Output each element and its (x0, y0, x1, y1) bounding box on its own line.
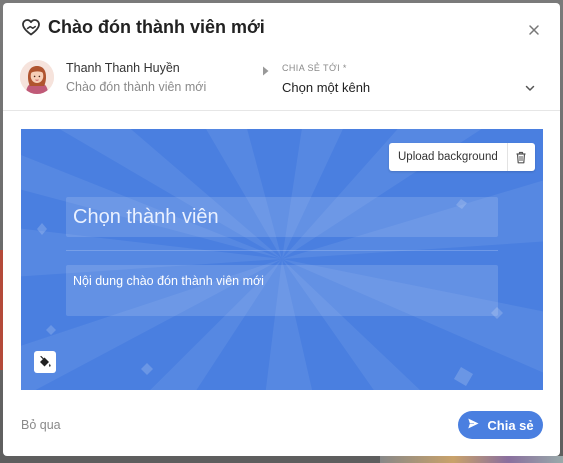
share-to-label: CHIA SẺ TỚI * (282, 63, 347, 73)
dialog-title: Chào đón thành viên mới (48, 17, 265, 37)
welcome-card: Upload background Chọn thành viên Nội du… (21, 129, 543, 390)
skip-link[interactable]: Bỏ qua (21, 418, 61, 433)
close-icon[interactable] (523, 19, 545, 41)
chevron-down-icon (524, 81, 536, 93)
caret-right-icon (262, 63, 270, 76)
welcome-dialog: Chào đón thành viên mới Thanh Thanh Huyề… (3, 3, 560, 456)
sender-name: Thanh Thanh Huyền (66, 61, 180, 75)
sender-subtitle: Chào đón thành viên mới (66, 80, 207, 94)
share-button[interactable]: Chia sẻ (458, 411, 543, 439)
channel-select[interactable]: Chọn một kênh (282, 76, 537, 98)
heart-hand-icon (20, 16, 42, 38)
backdrop-edge (380, 456, 563, 463)
card-divider (66, 250, 498, 251)
upload-background-group: Upload background (389, 143, 535, 171)
trash-icon[interactable] (506, 143, 535, 171)
member-select-input[interactable]: Chọn thành viên (66, 197, 498, 237)
welcome-message-input[interactable]: Nội dung chào đón thành viên mới (66, 265, 498, 316)
upload-background-button[interactable]: Upload background (389, 143, 507, 171)
paint-bucket-icon[interactable] (34, 351, 56, 373)
channel-select-value: Chọn một kênh (282, 80, 371, 95)
share-button-label: Chia sẻ (487, 417, 534, 433)
dialog-header: Chào đón thành viên mới (3, 3, 560, 51)
send-icon (467, 417, 481, 433)
avatar (20, 60, 54, 94)
sender-row: Thanh Thanh Huyền Chào đón thành viên mớ… (3, 51, 560, 111)
